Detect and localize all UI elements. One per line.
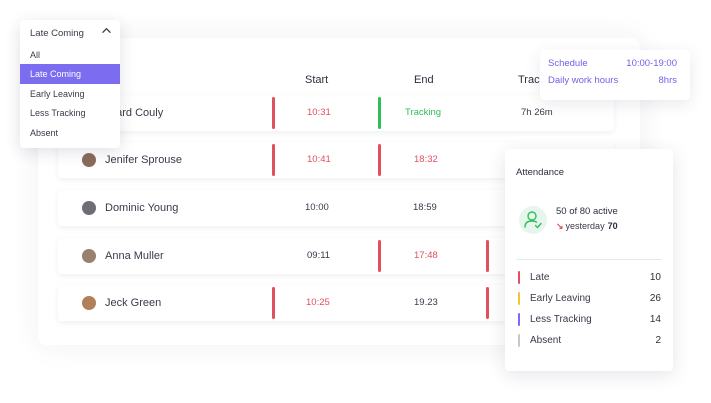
work-hours-label: Daily work hours	[548, 75, 619, 86]
start-time: 10:00	[305, 202, 329, 213]
late-start-marker	[272, 287, 275, 319]
filter-option-late-coming[interactable]: Late Coming	[20, 64, 120, 84]
employee-name: Jenifer Sprouse	[105, 154, 183, 166]
divider	[516, 259, 662, 260]
column-header-tracking: Trac	[518, 74, 540, 86]
filter-option-all[interactable]: All	[20, 45, 120, 65]
user-check-icon	[519, 206, 547, 234]
attendance-card: Attendance 50 of 80 active ↘ yesterday 70 …	[505, 149, 673, 371]
less-tracking-marker	[486, 287, 489, 319]
schedule-label: Schedule	[548, 58, 588, 69]
stat-value: 26	[649, 293, 661, 304]
filter-dropdown[interactable]: Late Coming All Late Coming Early Leavin…	[20, 20, 120, 148]
early-leave-marker	[378, 144, 381, 176]
stat-absent: Absent 2	[518, 333, 661, 349]
column-header-start: Start	[305, 74, 329, 86]
filter-option-early-leaving[interactable]: Early Leaving	[20, 84, 120, 104]
start-time: 09:11	[307, 250, 331, 261]
stat-value: 10	[649, 272, 661, 283]
avatar	[82, 201, 96, 215]
end-time: 18:59	[413, 202, 437, 213]
trend-down-icon: ↘	[556, 221, 564, 231]
work-hours-value: 8hrs	[658, 75, 677, 86]
start-time: 10:41	[307, 154, 331, 165]
employee-name: Dominic Young	[105, 202, 179, 214]
start-time: 10:31	[307, 107, 331, 118]
stat-less-tracking: Less Tracking 14	[518, 312, 661, 328]
employee-name: Jeck Green	[105, 297, 162, 309]
end-time: 18:32	[414, 154, 438, 165]
stat-color-bar	[518, 271, 520, 284]
filter-selected-value[interactable]: Late Coming	[30, 28, 84, 39]
avatar	[82, 249, 96, 263]
attendance-title: Attendance	[516, 167, 565, 178]
stat-label: Early Leaving	[530, 293, 591, 304]
tracked-time: 7h 26m	[521, 107, 553, 118]
stat-color-bar	[518, 292, 520, 305]
table-row[interactable]: uard Couly 10:31 Tracking 7h 26m	[58, 95, 614, 131]
schedule-card: Schedule 10:00-19:00 Daily work hours 8h…	[540, 50, 690, 100]
start-time: 10:25	[306, 297, 330, 308]
avatar	[82, 153, 96, 167]
filter-option-less-tracking[interactable]: Less Tracking	[20, 103, 120, 123]
filter-option-absent[interactable]: Absent	[20, 123, 120, 143]
stat-color-bar	[518, 334, 520, 347]
end-time: 19.23	[414, 297, 438, 308]
late-start-marker	[272, 97, 275, 129]
end-time: Tracking	[405, 107, 442, 118]
employee-name: Anna Muller	[105, 250, 164, 262]
yesterday-value: 70	[607, 221, 618, 231]
stat-color-bar	[518, 313, 520, 326]
chevron-up-icon[interactable]	[102, 26, 111, 37]
stat-value: 2	[655, 335, 661, 346]
late-start-marker	[272, 144, 275, 176]
avatar	[82, 296, 96, 310]
early-leave-marker	[378, 240, 381, 272]
stat-late: Late 10	[518, 270, 661, 286]
tracking-marker	[378, 97, 381, 129]
yesterday-summary: ↘ yesterday 70	[556, 221, 618, 232]
stat-label: Absent	[530, 335, 562, 346]
stat-early-leaving: Early Leaving 26	[518, 291, 661, 307]
less-tracking-marker	[486, 240, 489, 272]
yesterday-label: yesterday	[565, 221, 605, 231]
column-header-end: End	[414, 74, 434, 86]
stat-label: Less Tracking	[530, 314, 592, 325]
active-count: 50 of 80 active	[556, 206, 618, 217]
stat-value: 14	[649, 314, 661, 325]
stat-label: Late	[530, 272, 550, 283]
end-time: 17:48	[414, 250, 438, 261]
schedule-value: 10:00-19:00	[626, 58, 677, 69]
